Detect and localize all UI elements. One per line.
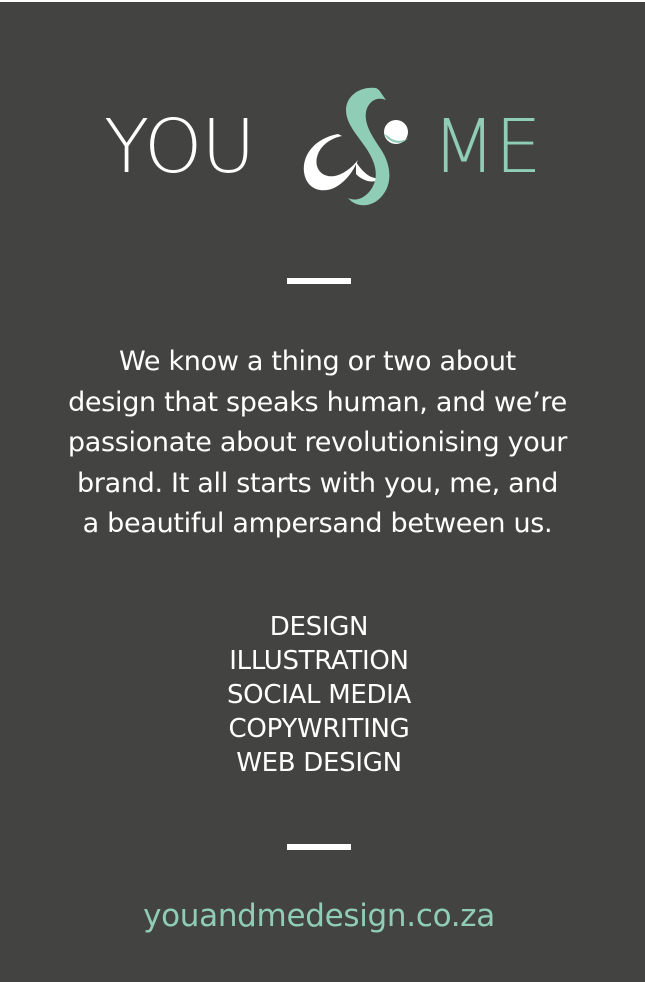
service-item-design: DESIGN bbox=[269, 612, 369, 642]
logo-word-you: YOU bbox=[104, 104, 256, 190]
intro-line: We know a thing or two about bbox=[119, 346, 516, 377]
intro-line: a beautiful ampersand between us. bbox=[82, 508, 553, 539]
business-card: YOU ME We know a thing or two about desi… bbox=[0, 0, 645, 982]
service-item-copywriting: COPYWRITING bbox=[228, 714, 410, 744]
divider-bottom bbox=[287, 844, 351, 850]
website-link[interactable]: youandmedesign.co.za bbox=[0, 895, 638, 937]
divider-top bbox=[287, 278, 351, 284]
intro-line: passionate about revolutionising your bbox=[67, 427, 568, 458]
logo-word-me: ME bbox=[432, 104, 542, 190]
services-list: DESIGN ILLUSTRATION SOCIAL MEDIA COPYWRI… bbox=[0, 610, 638, 780]
intro-line: design that speaks human, and we’re bbox=[68, 386, 567, 418]
service-item-web-design: WEB DESIGN bbox=[236, 748, 402, 778]
service-item-social-media: SOCIAL MEDIA bbox=[226, 680, 412, 710]
service-item-illustration: ILLUSTRATION bbox=[229, 646, 409, 676]
ampersand-logo-icon bbox=[303, 87, 408, 206]
logo: YOU ME bbox=[0, 82, 645, 212]
intro-text: We know a thing or two about design that… bbox=[10, 342, 625, 545]
intro-line: brand. It all starts with you, me, and bbox=[76, 467, 559, 499]
